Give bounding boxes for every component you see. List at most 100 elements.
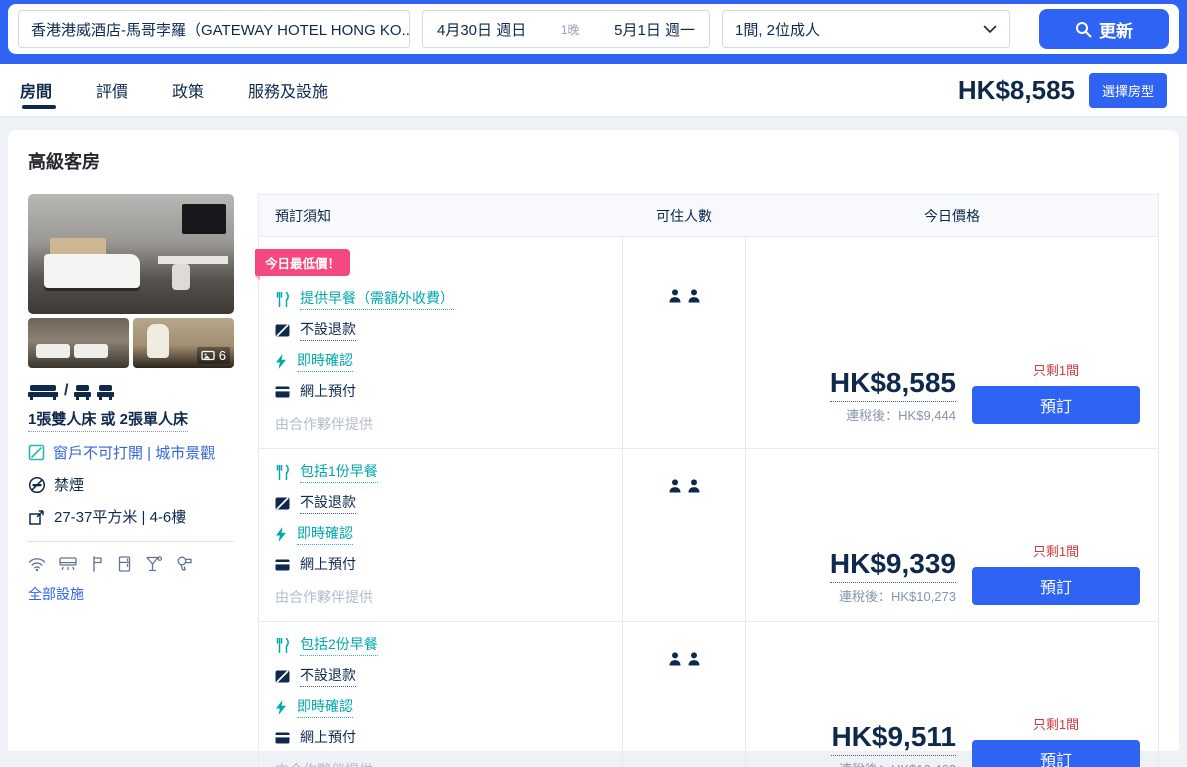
refrigerator-icon bbox=[117, 556, 132, 572]
room-area-icon bbox=[28, 508, 46, 526]
partner-note: 由合作夥伴提供 bbox=[275, 414, 606, 434]
header-notices: 預訂須知 bbox=[259, 206, 622, 226]
meal-info[interactable]: 包括1份早餐 bbox=[275, 461, 606, 483]
urgency-note: 只剩1間 bbox=[972, 360, 1140, 379]
refund-text[interactable]: 不設退款 bbox=[300, 665, 356, 687]
refund-info[interactable]: 不設退款 bbox=[275, 492, 606, 514]
room-photo-thumb-2[interactable]: 6 bbox=[133, 318, 234, 368]
bed-type-text[interactable]: 1張雙人床 或 2張單人床 bbox=[28, 408, 188, 432]
book-button[interactable]: 預訂 bbox=[972, 386, 1140, 424]
book-button[interactable]: 預訂 bbox=[972, 567, 1140, 605]
confirm-text[interactable]: 即時確認 bbox=[297, 696, 353, 718]
meal-info[interactable]: 提供早餐（需額外收費） bbox=[275, 288, 606, 310]
person-icon bbox=[668, 652, 682, 666]
person-icon bbox=[687, 289, 701, 303]
refund-text[interactable]: 不設退款 bbox=[300, 319, 356, 341]
photo-count-badge[interactable]: 6 bbox=[197, 347, 230, 364]
lowest-price: HK$8,585 bbox=[958, 75, 1075, 106]
guests-select[interactable]: 1間, 2位成人 bbox=[722, 10, 1010, 48]
area-floor-text: 27-37平方米 | 4-6樓 bbox=[54, 506, 186, 527]
cocktail-icon bbox=[145, 556, 163, 572]
credit-card-icon bbox=[275, 732, 290, 744]
coat-rack-icon bbox=[90, 556, 104, 572]
tab-reviews[interactable]: 評價 bbox=[96, 64, 128, 117]
meal-icon bbox=[275, 638, 290, 653]
tab-list: 房間 評價 政策 服務及設施 bbox=[20, 64, 328, 117]
date-range-picker[interactable]: 4月30日 週日 1晚 5月1日 週一 bbox=[422, 10, 710, 48]
refund-info[interactable]: 不設退款 bbox=[275, 319, 606, 341]
tab-rooms[interactable]: 房間 bbox=[20, 64, 52, 117]
meal-text[interactable]: 包括1份早餐 bbox=[300, 461, 378, 483]
no-refund-icon bbox=[275, 323, 290, 338]
checkout-date[interactable]: 5月1日 週一 bbox=[614, 19, 695, 40]
wifi-icon bbox=[28, 556, 46, 572]
no-refund-icon bbox=[275, 669, 290, 684]
smoking-info-line: 禁煙 bbox=[28, 474, 234, 495]
lightning-icon bbox=[275, 700, 287, 715]
hotel-search-input[interactable]: 香港港威酒店-馬哥孛羅（GATEWAY HOTEL HONG KO... bbox=[18, 10, 410, 48]
meal-text[interactable]: 包括2份早餐 bbox=[300, 634, 378, 656]
after-tax-price: 連稅後：HK$9,444 bbox=[830, 405, 956, 424]
meal-icon bbox=[275, 465, 290, 480]
room-type-title: 高級客房 bbox=[28, 148, 1159, 174]
hair-dryer-icon bbox=[176, 556, 193, 572]
room-summary-column: 6 / 1張雙人床 或 2張單人床 bbox=[28, 194, 234, 767]
single-bed-icon bbox=[74, 382, 91, 400]
person-icon bbox=[687, 652, 701, 666]
confirm-text[interactable]: 即時確認 bbox=[297, 523, 353, 545]
after-tax-price: 連稅後：HK$10,273 bbox=[830, 586, 956, 605]
photo-detail bbox=[182, 204, 226, 234]
photo-detail bbox=[147, 324, 169, 358]
all-amenities-link[interactable]: 全部設施 bbox=[28, 584, 234, 604]
room-photo-thumb-1[interactable] bbox=[28, 318, 129, 368]
header-price: 今日價格 bbox=[746, 206, 1158, 226]
photo-detail bbox=[36, 344, 70, 358]
room-type-card: 高級客房 bbox=[8, 130, 1179, 751]
lowest-price-badge: 今日最低價！ bbox=[255, 249, 350, 276]
refund-text[interactable]: 不設退款 bbox=[300, 492, 356, 514]
urgency-note: 只剩1間 bbox=[972, 541, 1140, 560]
book-button[interactable]: 預訂 bbox=[972, 740, 1140, 767]
search-icon bbox=[1075, 21, 1092, 38]
room-price[interactable]: HK$9,339 bbox=[830, 548, 956, 583]
occupancy-cell bbox=[622, 237, 746, 448]
refund-info[interactable]: 不設退款 bbox=[275, 665, 606, 687]
update-label: 更新 bbox=[1099, 17, 1133, 42]
air-conditioner-icon bbox=[59, 556, 77, 572]
nights-count: 1晚 bbox=[561, 21, 580, 38]
search-bar: 香港港威酒店-馬哥孛羅（GATEWAY HOTEL HONG KO... 4月3… bbox=[8, 4, 1179, 54]
bed-separator: / bbox=[64, 382, 68, 400]
person-icon bbox=[668, 479, 682, 493]
search-header: 香港港威酒店-馬哥孛羅（GATEWAY HOTEL HONG KO... 4月3… bbox=[0, 0, 1187, 64]
tab-policies[interactable]: 政策 bbox=[172, 64, 204, 117]
update-search-button[interactable]: 更新 bbox=[1039, 9, 1169, 49]
amenity-icon-row bbox=[28, 556, 234, 572]
tab-amenities[interactable]: 服務及設施 bbox=[248, 64, 328, 117]
rate-table: 預訂須知 可住人數 今日價格 今日最低價！ 提供早餐（需額外收費） bbox=[258, 194, 1159, 767]
smoking-text: 禁煙 bbox=[54, 474, 84, 495]
confirm-text[interactable]: 即時確認 bbox=[297, 350, 353, 372]
room-price[interactable]: HK$9,511 bbox=[831, 721, 956, 756]
photo-count-value: 6 bbox=[219, 348, 226, 363]
photo-detail bbox=[172, 264, 190, 290]
photo-detail bbox=[158, 256, 228, 264]
room-photo-main[interactable] bbox=[28, 194, 234, 314]
meal-info[interactable]: 包括2份早餐 bbox=[275, 634, 606, 656]
single-bed-icon bbox=[97, 382, 114, 400]
checkin-date[interactable]: 4月30日 週日 bbox=[437, 19, 526, 40]
meal-text[interactable]: 提供早餐（需額外收費） bbox=[300, 288, 454, 310]
confirm-info[interactable]: 即時確認 bbox=[275, 523, 606, 545]
payment-text: 網上預付 bbox=[300, 381, 356, 402]
rate-row: 包括1份早餐 不設退款 即時確認 bbox=[259, 449, 1158, 622]
credit-card-icon bbox=[275, 559, 290, 571]
photos-icon bbox=[201, 350, 215, 361]
rate-table-header: 預訂須知 可住人數 今日價格 bbox=[259, 195, 1158, 237]
partner-note: 由合作夥伴提供 bbox=[275, 587, 606, 607]
payment-info: 網上預付 bbox=[275, 727, 606, 748]
window-info-line: 窗戶不可打開 | 城市景觀 bbox=[28, 442, 234, 463]
room-price[interactable]: HK$8,585 bbox=[830, 367, 956, 402]
select-room-button[interactable]: 選擇房型 bbox=[1089, 73, 1167, 108]
confirm-info[interactable]: 即時確認 bbox=[275, 696, 606, 718]
price-cell: HK$9,339 連稅後：HK$10,273 只剩1間 預訂 bbox=[746, 449, 1158, 621]
confirm-info[interactable]: 即時確認 bbox=[275, 350, 606, 372]
